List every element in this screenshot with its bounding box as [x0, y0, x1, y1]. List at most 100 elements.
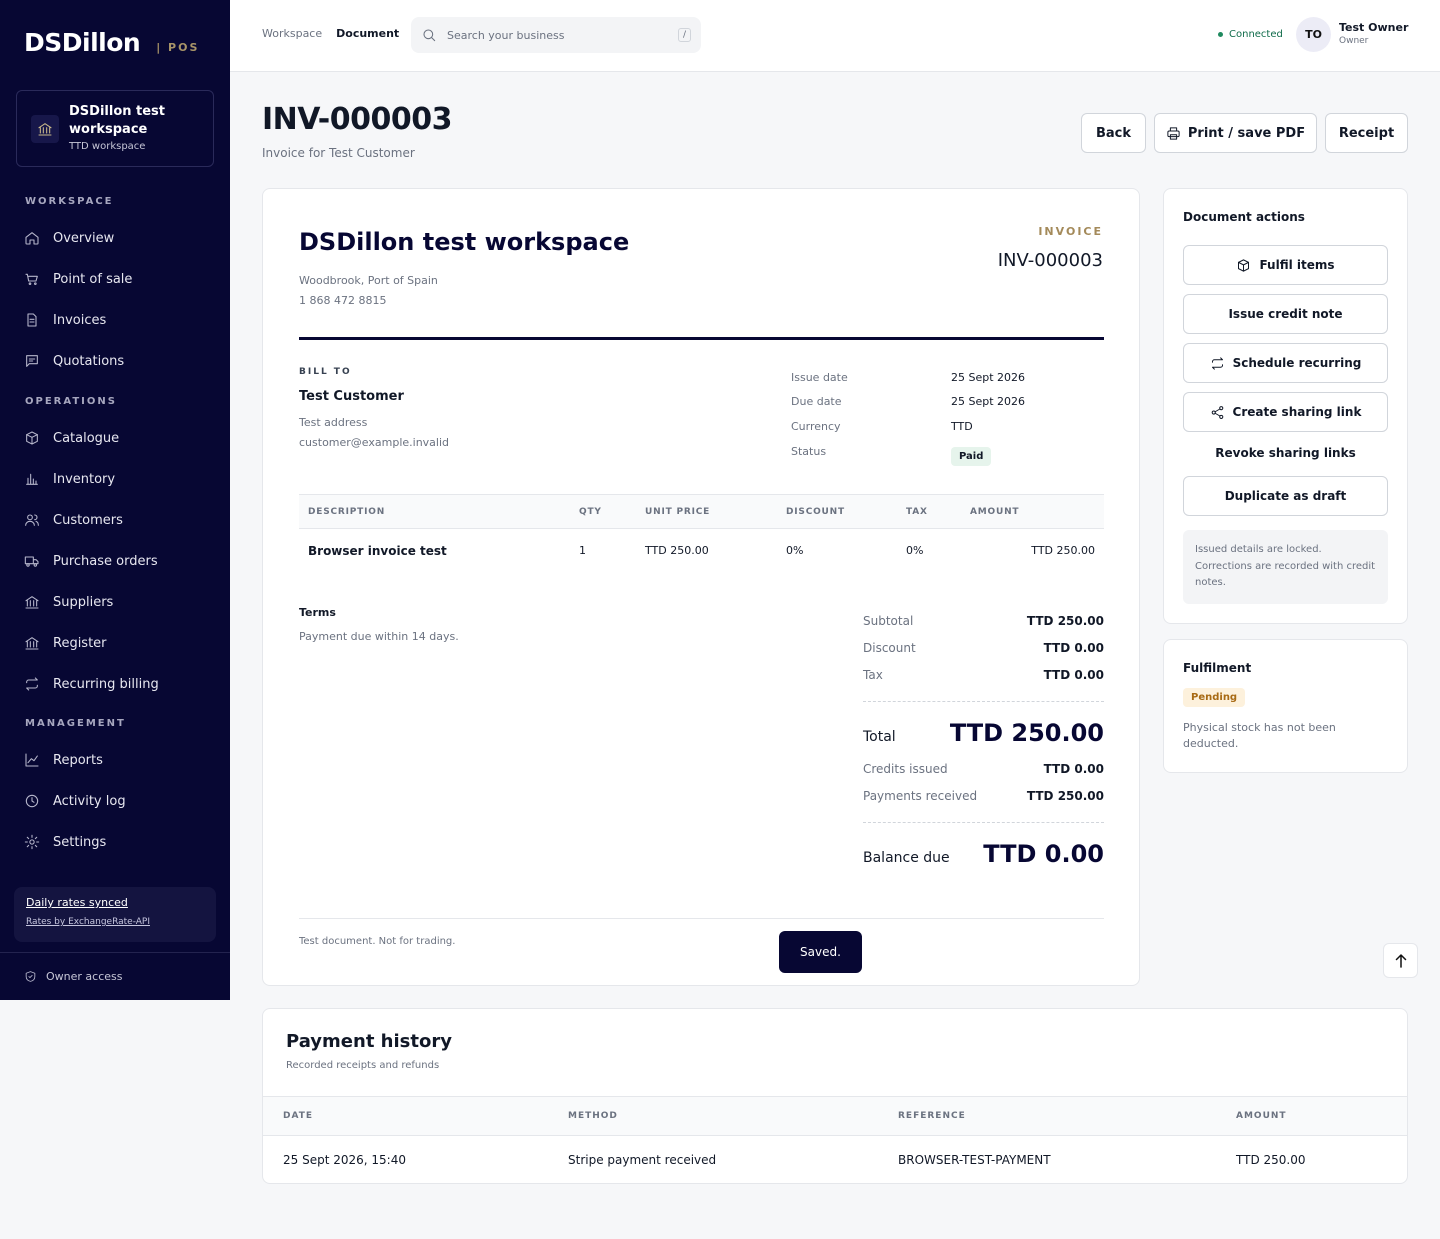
print-pdf-button[interactable]: Print / save PDF	[1154, 113, 1317, 153]
tax-row: Tax TTD 0.00	[863, 668, 1104, 682]
column-header: DESCRIPTION	[299, 494, 570, 529]
sidebar-item-label: Reports	[53, 752, 103, 768]
sidebar-item-recurring-billing[interactable]: Recurring billing	[24, 676, 159, 692]
sidebar-item-suppliers[interactable]: Suppliers	[24, 594, 113, 610]
sidebar-item-customers[interactable]: Customers	[24, 512, 123, 528]
payment-date: 25 Sept 2026, 15:40	[283, 1153, 406, 1168]
sidebar-item-label: Activity log	[53, 793, 126, 809]
issue-credit-note-button[interactable]: Issue credit note	[1183, 294, 1388, 334]
due-date-label: Due date	[791, 395, 842, 409]
duplicate-as-draft-button[interactable]: Duplicate as draft	[1183, 476, 1388, 516]
column-header: AMOUNT	[961, 494, 1104, 529]
sidebar-item-purchase-orders[interactable]: Purchase orders	[24, 553, 158, 569]
share-label: Create sharing link	[1232, 405, 1362, 419]
search-input[interactable]: Search your business /	[411, 17, 701, 53]
sidebar-item-point-of-sale[interactable]: Point of sale	[24, 271, 132, 287]
sidebar-item-quotations[interactable]: Quotations	[24, 353, 124, 369]
item-amount: TTD 250.00	[1031, 544, 1095, 558]
item-description: Browser invoice test	[308, 543, 447, 558]
sidebar-item-catalogue[interactable]: Catalogue	[24, 430, 119, 446]
breadcrumb-workspace[interactable]: Workspace	[262, 27, 322, 40]
sidebar-item-label: Customers	[53, 512, 123, 528]
total-label: Total	[863, 729, 896, 745]
gear-icon	[24, 834, 40, 850]
breadcrumb: Workspace Document	[262, 27, 399, 40]
page-subtitle: Invoice for Test Customer	[262, 146, 415, 160]
payment-history-subtitle: Recorded receipts and refunds	[286, 1060, 440, 1071]
payments-value: TTD 250.00	[1026, 789, 1104, 803]
balance-label: Balance due	[863, 850, 950, 866]
status-badge: Paid	[951, 446, 992, 466]
sidebar-item-label: Settings	[53, 834, 107, 850]
workspace-subtitle: TTD workspace	[69, 141, 146, 152]
fulfilment-note: Physical stock has not been deducted.	[1183, 721, 1336, 750]
brand-tag: | POS	[156, 41, 200, 54]
locked-note: Issued details are locked. Corrections a…	[1183, 530, 1388, 604]
section-workspace: WORKSPACE	[25, 196, 114, 207]
business-phone: 1 868 472 8815	[299, 294, 387, 307]
document-type-label: INVOICE	[1038, 225, 1103, 238]
scroll-to-top-button[interactable]	[1383, 943, 1418, 978]
column-header: METHOD	[548, 1096, 878, 1136]
invoice-number: INV-000003	[997, 250, 1103, 271]
payment-amount: TTD 250.00	[1236, 1153, 1306, 1168]
avatar[interactable]: TO	[1296, 17, 1331, 52]
share-icon	[1211, 405, 1223, 419]
sidebar-item-label: Catalogue	[53, 430, 120, 446]
search-shortcut: /	[677, 28, 691, 42]
message-icon	[26, 355, 38, 367]
create-sharing-link-button[interactable]: Create sharing link	[1183, 392, 1388, 432]
rates-source-link[interactable]: Rates by ExchangeRate-API	[26, 917, 204, 927]
customer-address: Test address	[299, 416, 368, 429]
sidebar-item-inventory[interactable]: Inventory	[24, 471, 115, 487]
tax-value: TTD 0.00	[1043, 668, 1104, 682]
revoke-sharing-links-button[interactable]: Revoke sharing links	[1183, 433, 1388, 473]
issue-date-label: Issue date	[791, 370, 848, 384]
customer-name: Test Customer	[299, 389, 404, 404]
balance-row: Balance due TTD 0.00	[863, 840, 1104, 868]
receipt-button[interactable]: Receipt	[1325, 113, 1408, 153]
item-discount: 0%	[786, 544, 804, 558]
bank-icon	[31, 115, 59, 143]
panel-title: Fulfilment	[1183, 661, 1252, 675]
table-header-row: DESCRIPTION QTY UNIT PRICE DISCOUNT TAX …	[299, 494, 1104, 529]
balance-value: TTD 0.00	[983, 840, 1104, 868]
status-label: Status	[791, 444, 827, 458]
currency-label: Currency	[791, 419, 841, 433]
topbar: Workspace Document Search your business /…	[230, 0, 1440, 72]
totals-divider	[863, 701, 1104, 702]
sidebar-item-register[interactable]: Register	[24, 635, 107, 651]
sidebar-item-invoices[interactable]: Invoices	[24, 312, 106, 328]
search-icon	[423, 29, 436, 42]
page-title: INV-000003	[262, 102, 453, 137]
sidebar-item-overview[interactable]: Overview	[24, 230, 114, 246]
schedule-recurring-button[interactable]: Schedule recurring	[1183, 343, 1388, 383]
column-header: DATE	[263, 1096, 548, 1136]
footer-note: Test document. Not for trading.	[299, 936, 456, 947]
workspace-switcher[interactable]: DSDillon test workspace TTD workspace	[16, 90, 214, 167]
user-menu[interactable]: Test Owner Owner	[1339, 21, 1408, 46]
subtotal-value: TTD 250.00	[1026, 614, 1104, 628]
owner-access: Owner access	[0, 952, 230, 983]
payments-row: Payments received TTD 250.00	[863, 789, 1104, 803]
sidebar-item-label: Overview	[53, 230, 115, 246]
credits-label: Credits issued	[863, 762, 948, 776]
customer-email: customer@example.invalid	[299, 436, 450, 449]
column-header: UNIT PRICE	[636, 494, 777, 529]
discount-label: Discount	[863, 641, 916, 655]
fulfil-items-button[interactable]: Fulfil items	[1183, 245, 1388, 285]
rates-panel: Daily rates synced Rates by ExchangeRate…	[14, 887, 216, 942]
breadcrumb-document: Document	[336, 27, 400, 40]
item-tax: 0%	[906, 544, 924, 558]
credits-value: TTD 0.00	[1043, 762, 1104, 776]
user-name: Test Owner	[1339, 21, 1409, 34]
repeat-icon	[1211, 356, 1223, 370]
sidebar-item-settings[interactable]: Settings	[24, 834, 106, 850]
sidebar-item-activity-log[interactable]: Activity log	[24, 793, 126, 809]
rates-synced-link[interactable]: Daily rates synced	[26, 896, 204, 909]
back-button[interactable]: Back	[1081, 113, 1146, 153]
sidebar-item-reports[interactable]: Reports	[24, 752, 103, 768]
fulfil-label: Fulfil items	[1259, 258, 1335, 272]
brand-logo[interactable]: DSDillon | POS	[24, 28, 199, 57]
printer-icon	[1167, 126, 1180, 140]
